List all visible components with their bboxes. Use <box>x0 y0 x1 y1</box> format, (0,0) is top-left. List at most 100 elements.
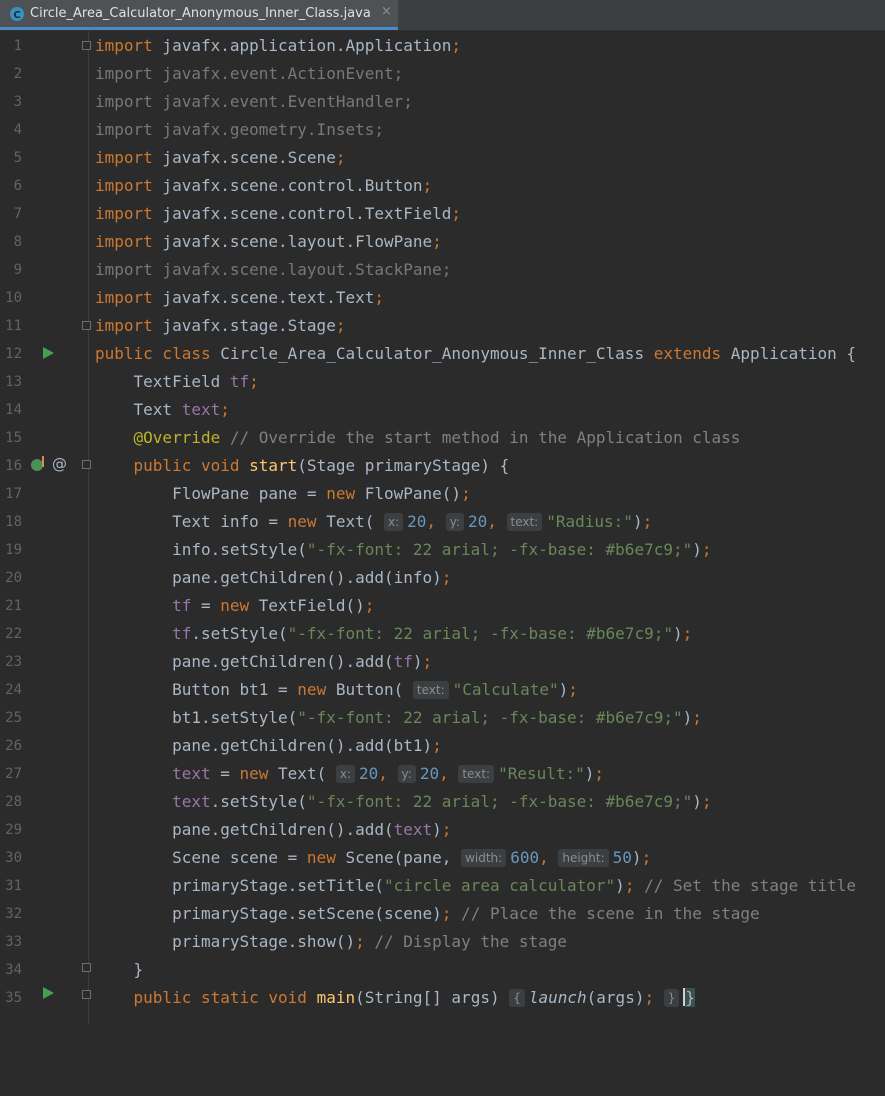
string: "-fx-font: 22 arial; -fx-base: #b6e7c9;" <box>297 708 683 727</box>
code-text: ) <box>615 876 625 895</box>
line-number: 6 <box>13 178 22 194</box>
keyword: public class <box>95 344 211 363</box>
field-name: tf <box>172 624 192 643</box>
keyword: public void <box>133 456 250 475</box>
code-line: 30 Scene scene = new Scene(pane, width: 6… <box>0 844 885 872</box>
code-text: javafx.application.Application <box>152 36 452 55</box>
file-tab-label: Circle_Area_Calculator_Anonymous_Inner_C… <box>30 6 371 21</box>
keyword: import <box>95 204 153 223</box>
semicolon: ; <box>701 540 712 559</box>
line-number: 5 <box>13 150 22 166</box>
comment: // Set the stage title <box>634 876 857 895</box>
code-line: 34 } <box>0 956 885 984</box>
param-hint: text: <box>458 765 495 783</box>
param-hint: y: <box>445 513 464 531</box>
semicolon: ; <box>422 176 433 195</box>
number: 20 <box>467 512 488 531</box>
code-line: 26 pane.getChildren().add(bt1); <box>0 732 885 760</box>
file-tab[interactable]: C Circle_Area_Calculator_Anonymous_Inner… <box>0 0 398 30</box>
code-line: 32 primaryStage.setScene(scene); // Plac… <box>0 900 885 928</box>
param-hint: x: <box>335 765 355 783</box>
line-number: 14 <box>5 402 22 418</box>
string: "circle area calculator" <box>383 876 616 895</box>
code-text: primaryStage.setScene(scene) <box>172 904 442 923</box>
code-text: ) <box>672 624 683 643</box>
line-number: 25 <box>5 710 22 726</box>
line-number: 31 <box>5 878 22 894</box>
type-name: Text <box>133 400 182 419</box>
line-number: 34 <box>5 962 22 978</box>
semicolon: ; <box>461 484 471 503</box>
line-number: 15 <box>5 430 22 446</box>
folded-brace[interactable]: { <box>509 989 525 1007</box>
code-text: info.setStyle( <box>172 540 307 559</box>
field-name: text <box>172 764 211 783</box>
comment: // Place the scene in the stage <box>451 904 760 923</box>
code-line: 11 import javafx.stage.Stage; <box>0 312 885 340</box>
code-line: 25 bt1.setStyle("-fx-font: 22 arial; -fx… <box>0 704 885 732</box>
code-line: 10 import javafx.scene.text.Text; <box>0 284 885 312</box>
keyword: new <box>297 680 327 699</box>
code-line: 24 Button bt1 = new Button( text: "Calcul… <box>0 676 885 704</box>
code-text: javafx.scene.control.Button <box>152 176 423 195</box>
code-text: ) <box>631 848 642 867</box>
semicolon: ; <box>364 596 375 615</box>
code-text: primaryStage.setTitle( <box>172 876 384 895</box>
code-editor[interactable]: @ 1 import javafx.application.Applicatio… <box>0 31 885 1024</box>
keyword: new <box>287 512 317 531</box>
code-line: 31 primaryStage.setTitle("circle area ca… <box>0 872 885 900</box>
code-text: Scene(pane, <box>335 848 452 867</box>
code-text: ) <box>692 792 702 811</box>
line-number: 7 <box>13 206 22 222</box>
semicolon: ; <box>451 36 462 55</box>
code-text: ) <box>558 680 569 699</box>
code-line: 27 text = new Text( x: 20, y: 20, text: "Re… <box>0 760 885 788</box>
java-class-icon: C <box>10 7 24 21</box>
line-number: 9 <box>13 262 22 278</box>
semicolon: ; <box>701 792 712 811</box>
unused-import: import javafx.event.ActionEvent; <box>95 64 404 83</box>
code-text: Text info = <box>172 512 288 531</box>
line-number: 21 <box>5 598 22 614</box>
code-text: Button bt1 = <box>172 680 298 699</box>
string: "Result:" <box>498 764 585 783</box>
semicolon: ; <box>374 288 384 307</box>
code-line: 12 public class Circle_Area_Calculator_A… <box>0 340 885 368</box>
semicolon: ; <box>441 904 452 923</box>
code-line: 2 import javafx.event.ActionEvent; <box>0 60 885 88</box>
code-text: javafx.scene.Scene <box>152 148 336 167</box>
param-hint: x: <box>384 513 404 531</box>
code-text: (args) <box>586 988 645 1007</box>
folded-brace[interactable]: } <box>663 989 680 1007</box>
method-call: launch <box>528 988 587 1007</box>
code-text: ) <box>632 512 643 531</box>
code-text: primaryStage.show() <box>172 932 356 951</box>
semicolon: ; <box>441 820 452 839</box>
line-number: 20 <box>5 570 22 586</box>
number: 20 <box>419 764 440 783</box>
code-line: 18 Text info = new Text( x: 20, y: 20, tex… <box>0 508 885 536</box>
comment: // Display the stage <box>364 932 568 951</box>
keyword: new <box>220 596 250 615</box>
semicolon: ; <box>644 988 655 1007</box>
annotation: @Override <box>133 428 221 447</box>
keyword: import <box>95 148 153 167</box>
code-text: pane.getChildren().add( <box>172 820 394 839</box>
code-text: pane.getChildren().add(bt1) <box>172 736 433 755</box>
code-text: TextField() <box>249 596 365 615</box>
keyword: import <box>95 288 153 307</box>
semicolon: ; <box>642 512 653 531</box>
line-number: 13 <box>5 374 22 390</box>
field-name: text <box>393 820 433 839</box>
code-text: (Stage primaryStage) { <box>297 456 510 475</box>
code-line: 22 tf.setStyle("-fx-font: 22 arial; -fx-… <box>0 620 885 648</box>
code-line: 19 info.setStyle("-fx-font: 22 arial; -f… <box>0 536 885 564</box>
param-hint: text: <box>412 681 449 699</box>
code-text: pane.getChildren().add(info) <box>172 568 442 587</box>
semicolon: ; <box>682 624 693 643</box>
param-hint: y: <box>397 765 416 783</box>
line-number: 23 <box>5 654 22 670</box>
line-number: 32 <box>5 906 22 922</box>
close-tab-icon[interactable]: × <box>381 4 392 19</box>
number: 20 <box>359 764 379 783</box>
